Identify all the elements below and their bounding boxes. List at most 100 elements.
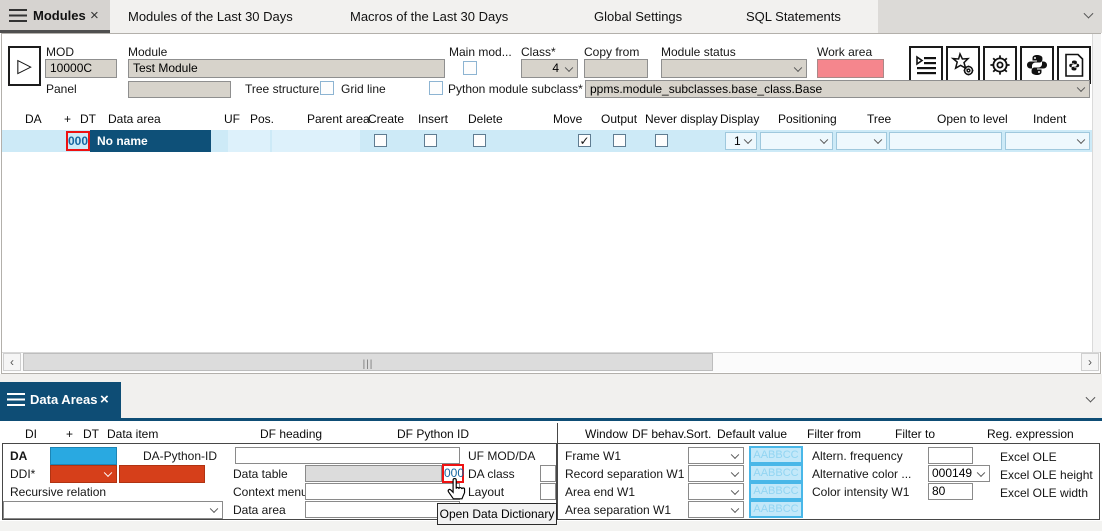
col-df-heading[interactable]: DF heading bbox=[260, 427, 322, 441]
col-window[interactable]: Window bbox=[585, 427, 628, 441]
col-reg-expression[interactable]: Reg. expression bbox=[987, 427, 1074, 441]
scrollbar-thumb[interactable]: ||| bbox=[23, 353, 713, 371]
create-checkbox[interactable] bbox=[374, 134, 387, 147]
recursive-relation-dropdown[interactable] bbox=[3, 501, 223, 519]
area-end-w1-color-field[interactable]: AABBCC bbox=[749, 482, 803, 500]
vertical-scrollbar[interactable] bbox=[1092, 34, 1101, 352]
tab-modules-last-30-days[interactable]: Modules of the Last 30 Days bbox=[128, 9, 293, 24]
grid-col-positioning[interactable]: Positioning bbox=[778, 112, 837, 126]
work-area-field[interactable] bbox=[817, 59, 884, 78]
delete-checkbox[interactable] bbox=[473, 134, 486, 147]
col-default-value[interactable]: Default value bbox=[717, 427, 787, 441]
mod-field[interactable]: 10000C bbox=[45, 59, 117, 78]
grid-cell-dt[interactable]: 000 bbox=[66, 131, 90, 151]
altern-frequency-input[interactable] bbox=[928, 447, 973, 464]
bottom-tab-bar-chevron-down-icon[interactable] bbox=[1084, 392, 1096, 404]
panel-field[interactable] bbox=[128, 81, 231, 98]
grid-cell-data-area-name[interactable]: No name bbox=[90, 130, 211, 152]
module-status-dropdown[interactable] bbox=[661, 59, 807, 78]
context-menu-input[interactable] bbox=[305, 483, 460, 500]
grid-col-insert[interactable]: Insert bbox=[418, 112, 448, 126]
grid-col-indent[interactable]: Indent bbox=[1033, 112, 1066, 126]
python-subclass-dropdown[interactable]: ppms.module_subclasses.base_class.Base bbox=[585, 80, 1090, 98]
display-dropdown[interactable]: 1 bbox=[725, 132, 757, 150]
col-filter-to[interactable]: Filter to bbox=[895, 427, 935, 441]
area-separation-w1-color-field[interactable]: AABBCC bbox=[749, 500, 803, 518]
frame-w1-label: Frame W1 bbox=[565, 449, 621, 463]
grid-col-create[interactable]: Create bbox=[368, 112, 404, 126]
grid-col-delete[interactable]: Delete bbox=[468, 112, 503, 126]
run-module-button[interactable]: ▷ bbox=[8, 46, 41, 86]
open-to-level-field[interactable] bbox=[889, 132, 1002, 150]
scroll-right-button[interactable]: › bbox=[1081, 353, 1099, 371]
grid-col-tree[interactable]: Tree bbox=[867, 112, 891, 126]
data-table-input[interactable] bbox=[305, 465, 442, 482]
grid-line-checkbox[interactable] bbox=[320, 81, 334, 95]
col-dt[interactable]: DT bbox=[83, 427, 99, 441]
grid-col-pos[interactable]: Pos. bbox=[250, 112, 274, 126]
grid-col-never-display[interactable]: Never display bbox=[645, 112, 718, 126]
settings-button[interactable] bbox=[983, 46, 1017, 84]
ddi-field[interactable] bbox=[119, 465, 205, 483]
grid-col-parent-area[interactable]: Parent area bbox=[307, 112, 370, 126]
col-di[interactable]: DI bbox=[25, 427, 37, 441]
indent-dropdown[interactable] bbox=[1005, 132, 1090, 150]
class-dropdown[interactable]: 4 bbox=[521, 59, 578, 78]
tab-global-settings[interactable]: Global Settings bbox=[594, 9, 682, 24]
col-df-python-id[interactable]: DF Python ID bbox=[397, 427, 469, 441]
da-field[interactable] bbox=[50, 447, 117, 465]
positioning-dropdown[interactable] bbox=[760, 132, 833, 150]
output-checkbox[interactable] bbox=[613, 134, 626, 147]
module-field[interactable]: Test Module bbox=[128, 59, 445, 78]
grid-col-open-to-level[interactable]: Open to level bbox=[937, 112, 1008, 126]
run-sequence-button[interactable] bbox=[909, 46, 943, 84]
tree-dropdown[interactable] bbox=[836, 132, 887, 150]
col-sort[interactable]: Sort. bbox=[686, 427, 711, 441]
grid-col-data-area[interactable]: Data area bbox=[108, 112, 161, 126]
col-plus[interactable]: + bbox=[66, 427, 73, 441]
python-file-button[interactable] bbox=[1057, 46, 1091, 84]
grid-col-display[interactable]: Display bbox=[720, 112, 759, 126]
col-data-item[interactable]: Data item bbox=[107, 427, 158, 441]
grid-col-da[interactable]: DA bbox=[25, 112, 42, 126]
hamburger-menu-icon[interactable] bbox=[7, 393, 25, 395]
area-separation-w1-dropdown[interactable] bbox=[688, 501, 744, 518]
python-subclass-checkbox[interactable] bbox=[429, 81, 443, 95]
grid-col-uf[interactable]: UF bbox=[224, 112, 240, 126]
layout-field[interactable] bbox=[540, 483, 556, 500]
tab-data-areas[interactable]: Data Areas × bbox=[0, 382, 121, 418]
record-separation-w1-color-field[interactable]: AABBCC bbox=[749, 464, 803, 482]
grid-cell-parent-area[interactable] bbox=[272, 130, 360, 152]
never-display-checkbox[interactable] bbox=[655, 134, 668, 147]
col-df-behav[interactable]: DF behav. bbox=[632, 427, 686, 441]
ddi-dropdown[interactable] bbox=[50, 465, 117, 483]
color-intensity-w1-input[interactable]: 80 bbox=[928, 483, 973, 500]
grid-col-output[interactable]: Output bbox=[601, 112, 637, 126]
insert-checkbox[interactable] bbox=[424, 134, 437, 147]
alternative-color-dropdown[interactable]: 000149 bbox=[928, 465, 990, 482]
da-class-field[interactable] bbox=[540, 465, 556, 482]
grid-col-move[interactable]: Move bbox=[553, 112, 582, 126]
col-filter-from[interactable]: Filter from bbox=[807, 427, 861, 441]
scroll-left-button[interactable]: ‹ bbox=[3, 353, 21, 371]
area-end-w1-dropdown[interactable] bbox=[688, 483, 744, 500]
move-checkbox[interactable]: ✓ bbox=[578, 134, 591, 147]
hamburger-menu-icon[interactable] bbox=[9, 9, 27, 11]
grid-col-plus[interactable]: + bbox=[64, 112, 71, 126]
main-mod-checkbox[interactable] bbox=[463, 61, 477, 75]
frame-w1-dropdown[interactable] bbox=[688, 447, 744, 464]
python-button[interactable] bbox=[1020, 46, 1054, 84]
copy-from-field[interactable] bbox=[584, 59, 648, 78]
grid-col-dt[interactable]: DT bbox=[80, 112, 96, 126]
close-tab-icon[interactable]: × bbox=[100, 392, 109, 407]
tab-modules[interactable]: Modules × bbox=[0, 0, 110, 33]
record-separation-w1-dropdown[interactable] bbox=[688, 465, 744, 482]
close-tab-icon[interactable]: × bbox=[90, 8, 99, 23]
tab-sql-statements[interactable]: SQL Statements bbox=[746, 9, 841, 24]
frame-w1-color-field[interactable]: AABBCC bbox=[749, 446, 803, 464]
tab-bar-chevron-down-icon[interactable] bbox=[1082, 8, 1094, 20]
favorite-settings-button[interactable] bbox=[946, 46, 980, 84]
da-python-id-input[interactable] bbox=[235, 447, 460, 464]
tab-macros-last-30-days[interactable]: Macros of the Last 30 Days bbox=[350, 9, 508, 24]
grid-cell-pos[interactable] bbox=[228, 130, 270, 152]
